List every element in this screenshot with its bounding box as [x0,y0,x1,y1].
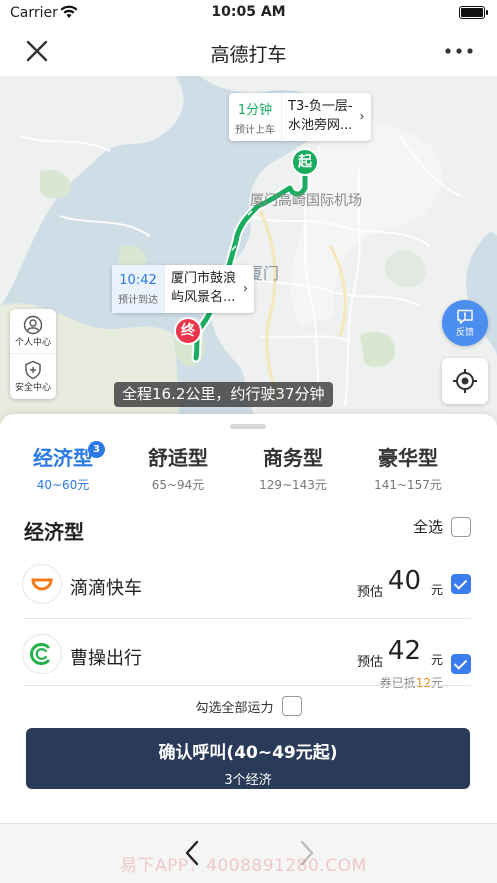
estimate-label: 预估 [356,655,383,670]
confirm-call-label: 确认呼叫(40~49元起) [158,743,338,763]
airport-label: 厦门高崎国际机场 [250,193,362,209]
watermark: 易下APP：4008891280.COM [120,856,367,876]
person-icon [23,315,43,334]
didi-logo-icon [22,564,62,604]
tab-economy-price: 40~60元 [36,478,90,492]
pickup-callout[interactable]: 1分钟 预计上车 T3-负一层- 水池旁网... › [229,93,371,141]
tab-business[interactable]: 商务型 129~143元 [238,442,348,493]
dropoff-time-label: 预计到达 [118,294,158,306]
shield-icon [25,360,41,380]
chevron-right-icon: › [242,281,249,297]
feedback-icon [457,309,473,324]
feedback-button[interactable]: 反馈 [442,300,488,346]
pickup-eta: 1分钟 [237,102,273,118]
tab-comfort-price: 65~94元 [151,478,205,492]
dropoff-place-line2: 屿风景名... [171,290,236,305]
pickup-eta-block: 1分钟 预计上车 [229,93,282,141]
provider-checkbox[interactable] [451,654,471,674]
feedback-label: 反馈 [455,327,474,338]
pickup-place-line1: T3-负一层- [288,99,353,114]
pickup-place: T3-负一层- 水池旁网... › [282,93,371,141]
coupon-amount: 12 [415,676,431,690]
browser-toolbar: 易下APP：4008891280.COM [0,823,497,883]
app-root: Carrier 10:05 AM 高德打车 厦门高崎国际机场 厦门 1分钟 预计… [0,0,497,883]
side-button-group: 个人中心 安全中心 [10,309,56,399]
dropoff-time: 10:42 [119,272,157,288]
confirm-call-button[interactable]: 确认呼叫(40~49元起) 3个经济 [26,728,470,789]
page-title: 高德打车 [210,44,287,66]
locate-button[interactable] [442,358,488,404]
nav-bar: 高德打车 [0,26,497,76]
coupon-prefix: 券已抵 [379,676,416,690]
confirm-call-sub: 3个经济 [224,773,272,788]
tab-economy[interactable]: 经济型 40~60元 3 [8,441,118,493]
section-title: 经济型 [24,520,84,544]
provider-row-caocao[interactable]: 曹操出行 预估 42 元 券已抵12元 [0,624,497,690]
more-icon[interactable] [441,36,477,66]
select-all-checkbox[interactable] [451,516,471,537]
tab-comfort[interactable]: 舒适型 65~94元 [123,442,233,493]
estimate-label: 预估 [356,585,383,600]
coupon-note: 券已抵12元 [380,674,443,691]
tab-business-name: 商务型 [263,446,323,470]
row-divider [24,618,471,619]
tab-luxury-price: 141~157元 [374,478,442,492]
select-all-transport-label: 勾选全部运力 [195,700,274,716]
select-all-control[interactable]: 全选 [413,516,471,537]
car-selection-panel: 经济型 40~60元 3 舒适型 65~94元 商务型 129~143元 豪华型… [0,414,497,883]
dropoff-place-line1: 厦门市鼓浪 [171,271,237,286]
route-summary: 全程16.2公里，约行驶37分钟 [114,382,333,407]
locate-icon [453,369,477,393]
tab-economy-badge: 3 [88,441,105,458]
status-time: 10:05 AM [211,4,286,20]
start-marker: 起 [291,148,319,176]
caocao-logo-icon [22,634,62,674]
dropoff-place: 厦门市鼓浪 屿风景名... › [165,265,254,313]
estimate-unit: 元 [430,583,443,597]
provider-row-didi[interactable]: 滴滴快车 预估 40 元 [0,554,497,614]
estimate-unit: 元 [430,653,443,667]
personal-center-label: 个人中心 [14,337,51,348]
pickup-eta-label: 预计上车 [235,124,275,136]
row-divider [24,685,471,686]
drag-handle[interactable] [230,424,266,429]
provider-name: 曹操出行 [70,648,142,669]
select-all-label: 全选 [412,518,443,536]
car-type-tabs: 经济型 40~60元 3 舒适型 65~94元 商务型 129~143元 豪华型… [0,441,497,493]
tab-comfort-name: 舒适型 [148,446,208,470]
chevron-right-icon: › [359,109,365,125]
dropoff-time-block: 10:42 预计到达 [112,265,165,313]
coupon-suffix: 元 [430,676,443,690]
route-map[interactable]: 厦门高崎国际机场 厦门 1分钟 预计上车 T3-负一层- 水池旁网... › 起… [0,76,497,426]
provider-name: 滴滴快车 [70,578,142,599]
select-all-transport-checkbox[interactable] [281,696,302,716]
pickup-place-line2: 水池旁网... [288,118,353,133]
status-bar: Carrier 10:05 AM [0,0,497,26]
tab-business-price: 129~143元 [259,478,327,492]
battery-icon [459,6,488,19]
estimate-amount: 40 [387,566,421,596]
tab-luxury-name: 豪华型 [378,446,438,470]
estimate-amount: 42 [387,636,421,666]
end-marker: 终 [174,317,202,345]
tab-luxury[interactable]: 豪华型 141~157元 [353,442,463,493]
personal-center-button[interactable]: 个人中心 [10,309,56,354]
dropoff-callout[interactable]: 10:42 预计到达 厦门市鼓浪 屿风景名... › [112,265,255,313]
select-all-transport[interactable]: 勾选全部运力 [0,696,497,716]
safety-center-button[interactable]: 安全中心 [10,354,56,399]
safety-center-label: 安全中心 [14,383,51,393]
provider-checkbox[interactable] [451,574,471,594]
